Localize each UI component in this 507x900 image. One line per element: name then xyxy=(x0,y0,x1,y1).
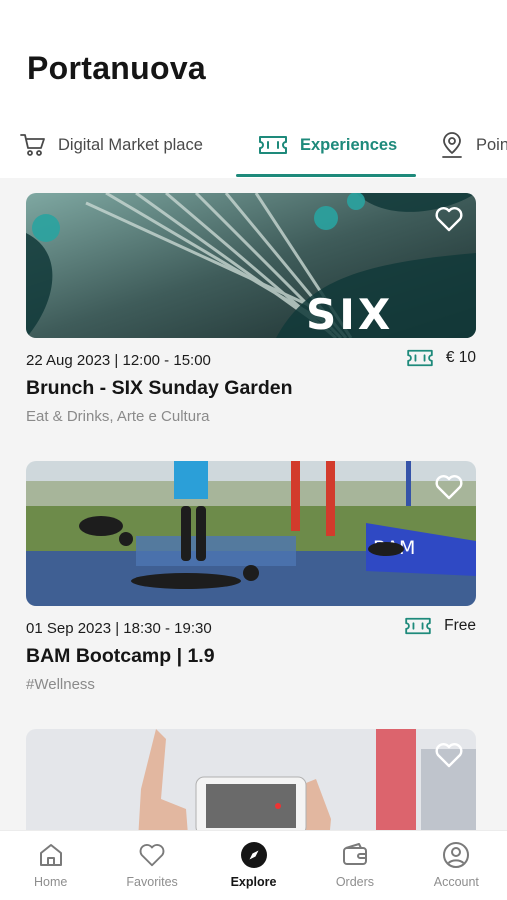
event-image[interactable] xyxy=(26,729,476,830)
wallet-icon xyxy=(342,843,367,865)
experience-card[interactable]: SIX 22 Aug 2023 | 12:00 - 15:00 € 10 Bru… xyxy=(26,193,476,425)
event-tags: #Wellness xyxy=(26,676,95,693)
experience-list[interactable]: SIX 22 Aug 2023 | 12:00 - 15:00 € 10 Bru… xyxy=(0,178,507,830)
nav-label: Explore xyxy=(230,875,277,889)
category-tabs: Digital Market place Experiences Points xyxy=(0,112,507,178)
account-icon xyxy=(443,842,470,868)
experience-card[interactable]: BAM 01 Sep 2023 | 18:30 - 19:30 xyxy=(26,461,476,693)
nav-orders[interactable]: Orders xyxy=(304,831,405,900)
nav-label: Account xyxy=(433,875,479,889)
cart-icon xyxy=(20,134,45,156)
event-photo: BAM xyxy=(26,461,476,606)
event-price: € 10 xyxy=(406,348,476,368)
heart-icon[interactable] xyxy=(434,204,464,234)
ticket-icon xyxy=(405,617,431,635)
ticket-icon xyxy=(259,136,287,154)
event-image[interactable]: SIX xyxy=(26,193,476,338)
event-image[interactable]: BAM xyxy=(26,461,476,606)
map-pin-icon xyxy=(442,132,462,158)
event-tags: Eat & Drinks, Arte e Cultura xyxy=(26,408,210,425)
price-label: € 10 xyxy=(445,349,476,366)
tab-label: Experiences xyxy=(300,135,398,154)
nav-label: Favorites xyxy=(126,875,178,889)
event-price: Free xyxy=(404,616,476,636)
tab-label: Points xyxy=(476,135,507,154)
nav-favorites[interactable]: Favorites xyxy=(101,831,202,900)
nav-label: Home xyxy=(34,875,68,889)
page-title: Portanuova xyxy=(27,50,207,86)
image-overlay-text: SIX xyxy=(306,290,393,338)
event-date: 01 Sep 2023 | 18:30 - 19:30 xyxy=(26,619,212,637)
event-meta: 01 Sep 2023 | 18:30 - 19:30 Free xyxy=(26,616,476,640)
tab-label: Digital Market place xyxy=(58,135,203,154)
tab-points[interactable]: Points xyxy=(440,112,507,178)
event-title[interactable]: Brunch - SIX Sunday Garden xyxy=(26,377,476,400)
nav-label: Orders xyxy=(335,875,375,889)
app-header: Portanuova xyxy=(0,0,507,112)
heart-icon[interactable] xyxy=(434,740,464,770)
price-label: Free xyxy=(444,617,476,634)
active-tab-indicator xyxy=(236,174,416,177)
event-photo xyxy=(26,729,476,830)
event-title[interactable]: BAM Bootcamp | 1.9 xyxy=(26,645,476,668)
tab-digital-market-place[interactable]: Digital Market place xyxy=(20,112,203,178)
event-meta: 22 Aug 2023 | 12:00 - 15:00 € 10 xyxy=(26,348,476,372)
nav-home[interactable]: Home xyxy=(0,831,101,900)
tab-experiences[interactable]: Experiences xyxy=(258,112,397,178)
bottom-navigation: Home Favorites Explore Orders Account xyxy=(0,830,507,900)
nav-explore[interactable]: Explore xyxy=(203,831,304,900)
experience-card[interactable] xyxy=(26,729,476,830)
compass-icon xyxy=(240,842,267,868)
nav-account[interactable]: Account xyxy=(406,831,507,900)
heart-icon[interactable] xyxy=(434,472,464,502)
event-date: 22 Aug 2023 | 12:00 - 15:00 xyxy=(26,351,211,369)
event-photo: SIX xyxy=(26,193,476,338)
ticket-icon xyxy=(407,349,433,367)
heart-icon xyxy=(139,843,165,867)
home-icon xyxy=(39,844,62,866)
